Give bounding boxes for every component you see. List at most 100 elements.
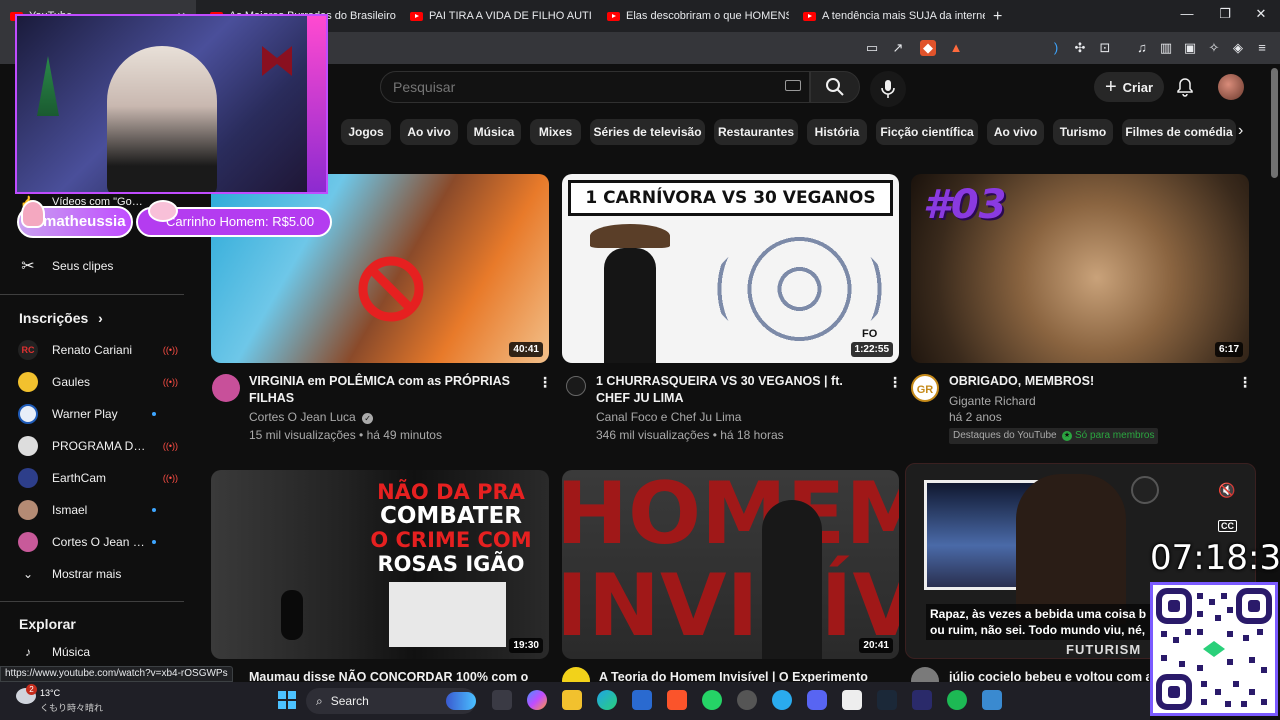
- channel-avatar[interactable]: [566, 376, 586, 396]
- youtube-icon: [803, 11, 816, 21]
- media-icon[interactable]: ♫: [1134, 40, 1150, 56]
- wallet-2-icon[interactable]: ▣: [1182, 40, 1198, 56]
- edge-icon[interactable]: [597, 690, 617, 710]
- app-icon[interactable]: [982, 690, 1002, 710]
- steam-icon[interactable]: [877, 690, 897, 710]
- closed-captions-icon[interactable]: CC: [1218, 520, 1237, 532]
- new-tab-button[interactable]: +: [993, 8, 1002, 26]
- vpn-icon[interactable]: ◈: [1230, 40, 1246, 56]
- sidebar-item-subscription[interactable]: EarthCam ((•)): [18, 466, 178, 490]
- chip-filmes-comedia[interactable]: Filmes de comédia: [1122, 119, 1236, 145]
- chip-series-tv[interactable]: Séries de televisão: [590, 119, 705, 145]
- video-thumbnail[interactable]: 1 CARNÍVORA VS 30 VEGANOS FO 1:22:55: [562, 174, 899, 363]
- discord-icon[interactable]: [807, 690, 827, 710]
- video-thumbnail[interactable]: 40:41: [211, 174, 549, 363]
- search-input[interactable]: [393, 72, 773, 102]
- task-view-icon[interactable]: [492, 690, 512, 710]
- sidebar-item-subscription[interactable]: Gaules ((•)): [18, 370, 178, 394]
- menu-icon[interactable]: ≡: [1254, 40, 1270, 56]
- video-title[interactable]: 1 CHURRASQUEIRA VS 30 VEGANOS | ft. CHEF…: [596, 373, 876, 407]
- sidebar-item-subscription[interactable]: Cortes O Jean L...: [18, 530, 178, 554]
- video-thumbnail[interactable]: NÃO DA PRA COMBATER O CRIME COM ROSAS IG…: [211, 470, 549, 659]
- keyboard-icon[interactable]: [785, 80, 801, 91]
- star-icon: ★: [1062, 431, 1072, 441]
- sidebar-item-subscription[interactable]: Ismael: [18, 498, 178, 522]
- file-explorer-icon[interactable]: [562, 690, 582, 710]
- brave-rewards-icon[interactable]: ▲: [948, 40, 964, 56]
- chip-restaurantes[interactable]: Restaurantes: [714, 119, 798, 145]
- notifications-bell-icon[interactable]: [1175, 77, 1195, 97]
- telegram-icon[interactable]: [772, 690, 792, 710]
- spotify-icon[interactable]: [947, 690, 967, 710]
- wallet-icon[interactable]: ): [1048, 40, 1064, 56]
- chip-turismo[interactable]: Turismo: [1053, 119, 1113, 145]
- obs-icon[interactable]: [842, 690, 862, 710]
- channel-name[interactable]: Cortes O Jean Luca ✓: [249, 410, 374, 424]
- more-options-icon[interactable]: ⋮: [538, 374, 552, 391]
- subscriptions-heading[interactable]: Inscrições ›: [19, 310, 103, 326]
- tab-elas-descobriram[interactable]: Elas descobriram o que HOMENS DE: [597, 0, 789, 32]
- channel-avatar[interactable]: [212, 374, 240, 402]
- chip-jogos[interactable]: Jogos: [341, 119, 391, 145]
- weather-temp[interactable]: 13°C: [40, 688, 60, 698]
- chip-historia[interactable]: História: [807, 119, 867, 145]
- stream-clock: 07:18:37: [1150, 538, 1280, 578]
- leo-ai-icon[interactable]: ✧: [1206, 40, 1222, 56]
- brave-browser-icon[interactable]: [667, 690, 687, 710]
- voice-search-button[interactable]: [870, 71, 906, 107]
- sidebar-item-clips[interactable]: ✂ Seus clipes: [18, 254, 178, 278]
- search-box[interactable]: [380, 71, 810, 103]
- microsoft-store-icon[interactable]: [632, 690, 652, 710]
- chip-ficcao-cientifica[interactable]: Ficção científica: [876, 119, 978, 145]
- sidebar-icon[interactable]: ▥: [1158, 40, 1174, 56]
- sidebar-item-music[interactable]: ♪ Música: [18, 640, 178, 664]
- tab-pai-tira[interactable]: PAI TIRA A VIDA DE FILHO AUTISTA E: [400, 0, 592, 32]
- app-icon[interactable]: [912, 690, 932, 710]
- channel-avatar[interactable]: GR: [911, 374, 939, 402]
- mute-icon[interactable]: 🔇: [1218, 482, 1235, 499]
- channel-name[interactable]: Canal Foco e Chef Ju Lima: [596, 410, 741, 424]
- close-window-button[interactable]: ✕: [1246, 6, 1276, 22]
- app-icon[interactable]: [737, 690, 757, 710]
- extensions-icon[interactable]: ✣: [1072, 40, 1088, 56]
- live-indicator-icon: ((•)): [162, 441, 178, 451]
- tab-tendencia[interactable]: A tendência mais SUJA da internet (R: [793, 0, 985, 32]
- weather-desc[interactable]: くもり時々晴れ: [40, 701, 103, 714]
- youtube-icon: [607, 11, 620, 21]
- chip-mixes[interactable]: Mixes: [530, 119, 581, 145]
- video-thumbnail[interactable]: HOMEM INVISÍVEL 20:41: [562, 470, 899, 659]
- copilot-icon[interactable]: [527, 690, 547, 710]
- video-title[interactable]: VIRGINIA em POLÊMICA com as PRÓPRIAS FIL…: [249, 373, 529, 407]
- whatsapp-icon[interactable]: [702, 690, 722, 710]
- more-options-icon[interactable]: ⋮: [888, 374, 902, 391]
- chip-ao-vivo-2[interactable]: Ao vivo: [987, 119, 1044, 145]
- sidebar-item-subscription[interactable]: Warner Play: [18, 402, 178, 426]
- search-button[interactable]: [810, 71, 860, 103]
- account-avatar[interactable]: [1218, 74, 1244, 100]
- channel-name[interactable]: Gigante Richard: [949, 394, 1036, 408]
- screenshot-icon[interactable]: ⊡: [1097, 40, 1113, 56]
- maximize-button[interactable]: ❐: [1210, 6, 1240, 22]
- video-thumbnail[interactable]: #03 6:17: [911, 174, 1249, 363]
- copilot-pill-icon[interactable]: [446, 692, 476, 710]
- explore-heading: Explorar: [19, 616, 76, 632]
- thumbnail-line: O CRIME COM: [370, 528, 532, 552]
- brave-shield-icon[interactable]: ◆: [920, 40, 936, 56]
- minimize-button[interactable]: —: [1172, 6, 1202, 21]
- video-title[interactable]: OBRIGADO, MEMBROS!: [949, 373, 1229, 390]
- chip-musica[interactable]: Música: [467, 119, 521, 145]
- chevron-right-icon[interactable]: ›: [1238, 122, 1243, 140]
- cast-icon[interactable]: ▭: [864, 40, 880, 56]
- sidebar-item-subscription[interactable]: PROGRAMA DO ... ((•)): [18, 434, 178, 458]
- chip-ao-vivo[interactable]: Ao vivo: [400, 119, 458, 145]
- sidebar-show-more[interactable]: ⌄ Mostrar mais: [18, 562, 178, 586]
- more-options-icon[interactable]: ⋮: [1238, 374, 1252, 391]
- members-only-label: Só para membros: [1075, 430, 1155, 441]
- share-icon[interactable]: ↗: [890, 40, 906, 56]
- subscriptions-heading-label: Inscrições: [19, 310, 89, 326]
- create-button[interactable]: + Criar: [1094, 72, 1164, 102]
- person-shape: [762, 500, 822, 659]
- windows-start-icon[interactable]: [277, 690, 297, 710]
- sidebar-item-subscription[interactable]: RC Renato Cariani ((•)): [18, 338, 178, 362]
- page-scrollbar-thumb[interactable]: [1271, 68, 1278, 178]
